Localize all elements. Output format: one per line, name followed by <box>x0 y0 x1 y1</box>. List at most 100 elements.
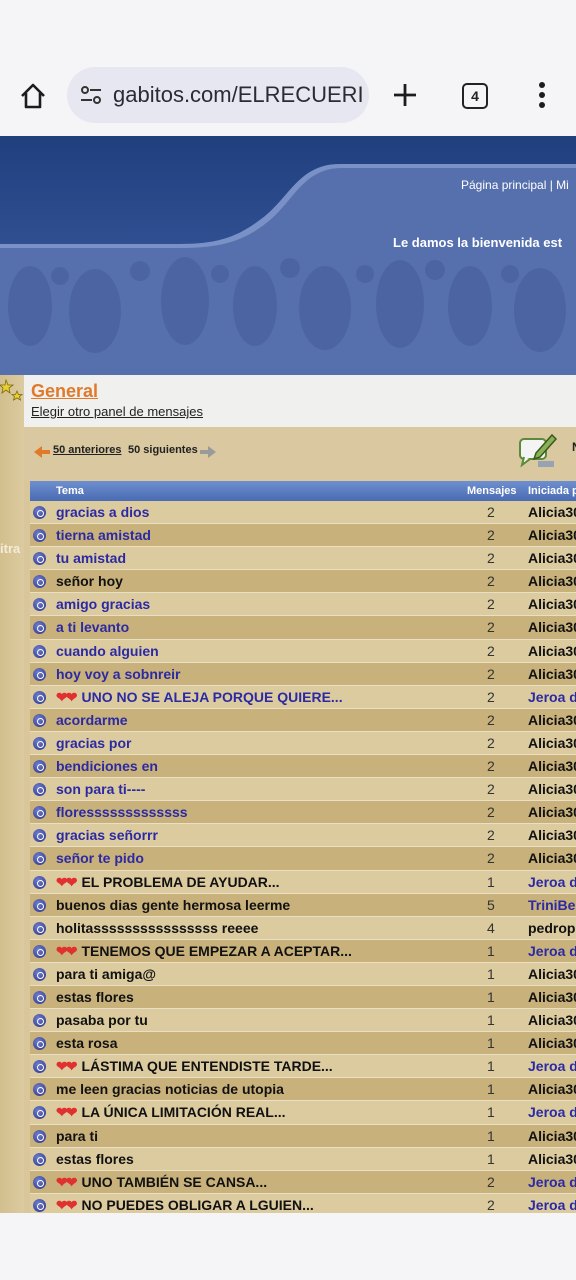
message-count: 2 <box>487 504 495 520</box>
more-options-icon[interactable] <box>530 80 554 110</box>
author-link[interactable]: Jeroa d <box>528 943 576 959</box>
forum-title-link[interactable]: General <box>31 381 98 402</box>
author-link[interactable]: Jeroa d <box>528 1174 576 1190</box>
author-link[interactable]: Alicia30 <box>528 1151 576 1167</box>
author-link[interactable]: Alicia30 <box>528 527 576 543</box>
topic-title-link[interactable]: hoy voy a sobnreir <box>56 666 180 682</box>
author-link[interactable]: TriniBe <box>528 897 575 913</box>
author-link[interactable]: Alicia30 <box>528 504 576 520</box>
topic-title-link[interactable]: floresssssssssssss <box>56 804 188 820</box>
topic-title-text: LA ÚNICA LIMITACIÓN REAL... <box>81 1104 286 1121</box>
author-link[interactable]: Alicia30 <box>528 643 576 659</box>
topic-title-link[interactable]: cuando alguien <box>56 643 159 659</box>
message-count: 2 <box>487 781 495 798</box>
url-text[interactable]: gabitos.com/ELRECUERI <box>113 82 364 108</box>
author-link[interactable]: Alicia30 <box>528 573 576 589</box>
topic-title-link[interactable]: señor hoy <box>56 573 123 589</box>
topic-title-link[interactable]: bendiciones en <box>56 758 158 774</box>
topic-title-link[interactable]: amigo gracias <box>56 596 150 612</box>
arrow-left-icon[interactable] <box>34 446 50 458</box>
new-topic-label[interactable]: N <box>572 440 576 454</box>
author-link[interactable]: Alicia30 <box>528 758 576 774</box>
topic-title-text: para ti <box>56 1127 99 1144</box>
topic-title-link[interactable]: buenos dias gente hermosa leerme <box>56 897 290 913</box>
arrow-right-icon[interactable] <box>200 446 216 458</box>
author-link[interactable]: Alicia30 <box>528 989 576 1005</box>
topic-title-link[interactable]: tu amistad <box>56 550 126 566</box>
topic-bullet-icon <box>33 529 46 543</box>
new-topic-icon[interactable] <box>518 431 558 469</box>
author-link[interactable]: Alicia30 <box>528 735 576 751</box>
topic-title-link[interactable]: pasaba por tu <box>56 1012 148 1028</box>
author-link[interactable]: pedrop <box>528 920 575 936</box>
author-link[interactable]: Alicia30 <box>528 550 576 566</box>
table-row: buenos dias gente hermosa leerme 5 TriniBe <box>30 893 576 917</box>
previous-page-link[interactable]: 50 anteriores <box>53 444 121 456</box>
author-link[interactable]: Alicia30 <box>528 827 576 843</box>
author-link[interactable]: Alicia30 <box>528 781 576 797</box>
choose-other-panel-link[interactable]: Elegir otro panel de mensajes <box>31 404 203 419</box>
home-icon[interactable] <box>14 78 52 114</box>
topics-table: Tema Mensajes Iniciada p gracias a dios 2… <box>30 481 576 1213</box>
next-page-link[interactable]: 50 siguientes <box>128 444 198 456</box>
topic-title-text: EL PROBLEMA DE AYUDAR... <box>81 873 280 890</box>
author-link[interactable]: Alicia30 <box>528 850 576 866</box>
star-icon <box>0 378 24 401</box>
author-link[interactable]: Alicia30 <box>528 619 576 635</box>
topic-title-link[interactable]: ❤❤ NO PUEDES OBLIGAR A LGUIEN... <box>56 1197 314 1213</box>
topic-title-link[interactable]: tierna amistad <box>56 527 151 543</box>
topic-title-link[interactable]: señor te pido <box>56 850 144 866</box>
topic-bullet-icon <box>33 1175 46 1189</box>
author-link[interactable]: Alicia30 <box>528 1128 576 1144</box>
new-tab-icon[interactable] <box>390 80 420 110</box>
topic-title-link[interactable]: a ti levanto <box>56 619 129 635</box>
table-row: tu amistad 2 Alicia30 <box>30 547 576 571</box>
topic-title-text: TENEMOS QUE EMPEZAR A ACEPTAR... <box>81 942 352 959</box>
message-count: 1 <box>487 1150 495 1167</box>
topic-title-link[interactable]: gracias por <box>56 735 131 751</box>
topic-title-link[interactable]: ❤❤ LA ÚNICA LIMITACIÓN REAL... <box>56 1104 286 1121</box>
topic-title-link[interactable]: esta rosa <box>56 1035 117 1051</box>
table-row: ❤❤ EL PROBLEMA DE AYUDAR... 1 Jeroa d <box>30 870 576 894</box>
topic-title-link[interactable]: ❤❤ LÁSTIMA QUE ENTENDISTE TARDE... <box>56 1058 333 1075</box>
topic-title-link[interactable]: estas flores <box>56 1151 134 1167</box>
topic-title-link[interactable]: gracias señorrr <box>56 827 158 843</box>
topic-title-link[interactable]: me leen gracias noticias de utopia <box>56 1081 284 1097</box>
topic-title-text: amigo gracias <box>56 596 151 613</box>
tab-switcher-button[interactable]: 4 <box>462 83 488 109</box>
hearts-icon: ❤❤ <box>56 1104 78 1121</box>
topic-title-text: acordarme <box>56 711 128 728</box>
topic-bullet-icon <box>33 806 46 820</box>
author-link[interactable]: Jeroa d <box>528 689 576 705</box>
topic-title-link[interactable]: son para ti---- <box>56 781 145 797</box>
author-link[interactable]: Alicia30 <box>528 1035 576 1051</box>
author-link[interactable]: Jeroa d <box>528 874 576 890</box>
topic-title-link[interactable]: ❤❤ UNO TAMBIÉN SE CANSA... <box>56 1174 267 1191</box>
topic-title-link[interactable]: ❤❤ UNO NO SE ALEJA PORQUE QUIERE... <box>56 689 343 706</box>
top-nav-links[interactable]: Página principal | Mi <box>461 178 569 192</box>
table-row: pasaba por tu 1 Alicia30 <box>30 1009 576 1033</box>
author-link[interactable]: Jeroa d <box>528 1058 576 1074</box>
author-link[interactable]: Alicia30 <box>528 666 576 682</box>
topic-title-link[interactable]: holitassssssssssssssss reeee <box>56 920 258 936</box>
author-link[interactable]: Alicia30 <box>528 1012 576 1028</box>
topic-title-link[interactable]: ❤❤ EL PROBLEMA DE AYUDAR... <box>56 874 280 891</box>
author-link[interactable]: Alicia30 <box>528 966 576 982</box>
site-settings-icon[interactable] <box>79 83 103 107</box>
author-link[interactable]: Alicia30 <box>528 1081 576 1097</box>
topic-title-link[interactable]: para ti amiga@ <box>56 966 156 982</box>
address-bar[interactable]: gabitos.com/ELRECUERI <box>67 67 369 123</box>
author-link[interactable]: Jeroa d <box>528 1197 576 1213</box>
author-link[interactable]: Alicia30 <box>528 804 576 820</box>
topic-title-link[interactable]: estas flores <box>56 989 134 1005</box>
author-link[interactable]: Jeroa d <box>528 1104 576 1120</box>
author-link[interactable]: Alicia30 <box>528 596 576 612</box>
topic-title-link[interactable]: ❤❤ TENEMOS QUE EMPEZAR A ACEPTAR... <box>56 943 352 960</box>
topic-title-link[interactable]: gracias a dios <box>56 504 149 520</box>
topic-title-link[interactable]: para ti <box>56 1128 98 1144</box>
message-count: 1 <box>487 965 495 982</box>
topic-title-link[interactable]: acordarme <box>56 712 128 728</box>
author-link[interactable]: Alicia30 <box>528 712 576 728</box>
banner-artwork <box>0 136 576 375</box>
table-row: ❤❤ UNO NO SE ALEJA PORQUE QUIERE... 2 Jeroa… <box>30 685 576 709</box>
